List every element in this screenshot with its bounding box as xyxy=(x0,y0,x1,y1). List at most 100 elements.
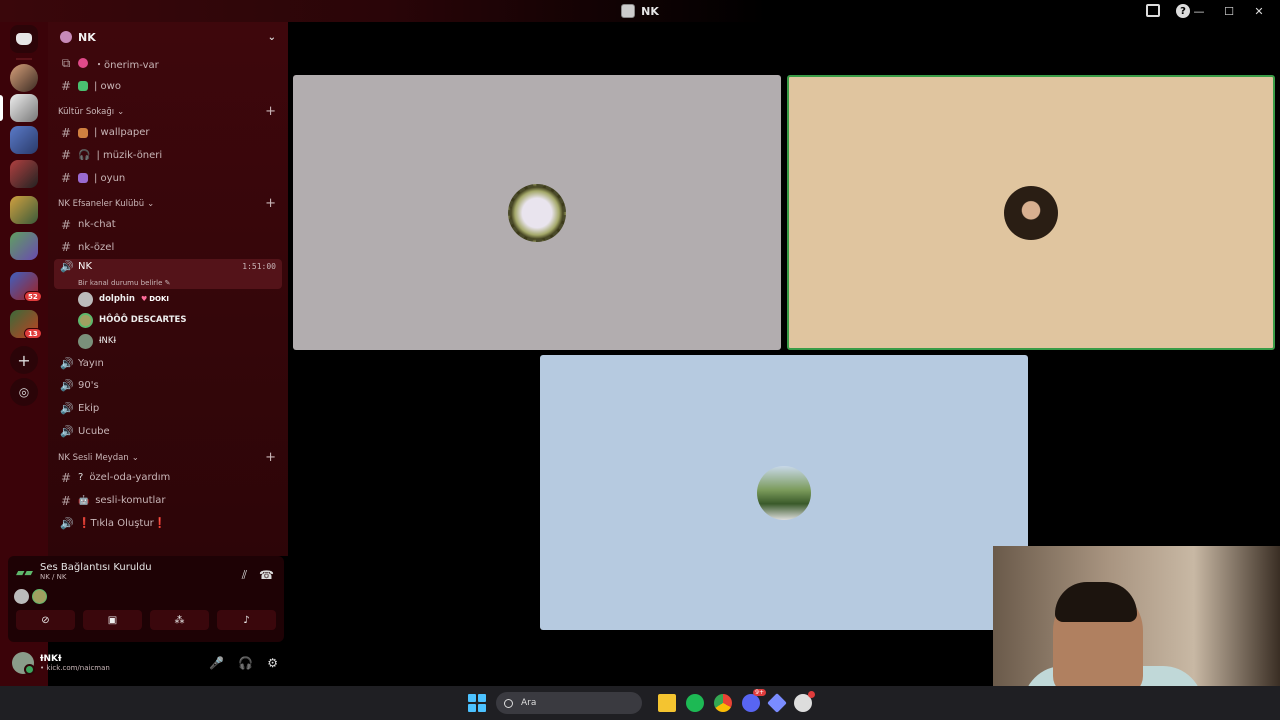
channel-oyun[interactable]: # | oyun xyxy=(48,167,288,190)
avatar[interactable] xyxy=(14,589,29,604)
channel-wallpaper[interactable]: # | wallpaper xyxy=(48,121,288,144)
hash-icon: # xyxy=(60,148,72,163)
screen-share-button[interactable]: ▣ xyxy=(83,610,142,630)
chevron-down-icon: ⌄ xyxy=(117,107,125,118)
user-status: • kick.com/naicman xyxy=(40,664,110,672)
server-folder-2[interactable] xyxy=(10,196,38,224)
soundboard-icon: ♪ xyxy=(243,614,250,626)
heart-icon: ♥ xyxy=(140,295,148,304)
speaker-icon: 🔊 xyxy=(60,356,74,370)
maximize-button[interactable]: ☐ xyxy=(1222,4,1236,18)
voice-channel-ucube[interactable]: 🔊 Ucube xyxy=(48,420,288,443)
noise-suppression-icon[interactable]: ⫽ xyxy=(242,568,247,583)
close-button[interactable]: ✕ xyxy=(1252,4,1266,18)
voice-member[interactable]: dolphin ♥ DOKI xyxy=(48,289,288,310)
participant-tile-speaking[interactable] xyxy=(787,75,1275,350)
disconnect-icon[interactable]: ☎ xyxy=(259,568,274,583)
avatar xyxy=(78,312,93,328)
server-icon-1[interactable] xyxy=(10,64,38,92)
channel-sidebar: NK ⌄ ⧉ ・önerim-var # | owo Kültür Sokağı… xyxy=(48,22,288,556)
channel-onerim-var[interactable]: ⧉ ・önerim-var xyxy=(48,52,288,75)
steam-icon[interactable] xyxy=(794,691,815,712)
robot-emoji-icon: 🤖 xyxy=(78,495,90,506)
voice-channel-yayin[interactable]: 🔊 Yayın xyxy=(48,352,288,375)
server-icon-3[interactable] xyxy=(10,126,38,154)
start-button[interactable] xyxy=(468,694,486,712)
category-nk-efsaneler[interactable]: NK Efsaneler Kulübü ⌄ + xyxy=(48,189,288,213)
user-panel: ƗNKƗ • kick.com/naicman 🎤 🎧 ⚙ xyxy=(8,646,284,680)
voice-channel-nk-active[interactable]: 🔊 NK 1:51:00 Bir kanal durumu belirle ✎ xyxy=(54,258,282,289)
category-kultur-sokagi[interactable]: Kültür Sokağı ⌄ + xyxy=(48,97,288,121)
channel-nk-ozel[interactable]: # nk-özel xyxy=(48,236,288,259)
channel-owo[interactable]: # | owo xyxy=(48,75,288,98)
voice-status-title: Ses Bağlantısı Kuruldu xyxy=(40,562,152,573)
camera-off-button[interactable]: ⊘ xyxy=(16,610,75,630)
add-server-button[interactable]: + xyxy=(10,346,38,374)
channel-status-setter[interactable]: Bir kanal durumu belirle ✎ xyxy=(60,279,171,287)
user-avatar[interactable] xyxy=(12,652,35,675)
soundboard-button[interactable]: ♪ xyxy=(217,610,276,630)
category-label: NK Sesli Meydan xyxy=(58,452,129,463)
minimize-button[interactable]: — xyxy=(1192,4,1206,18)
voice-member[interactable]: HÔÔÔ DESCARTES xyxy=(48,310,288,331)
spotify-icon[interactable] xyxy=(686,694,704,712)
explore-servers-button[interactable]: ◎ xyxy=(10,378,38,406)
webcam-headset xyxy=(1055,582,1137,622)
channel-nk-chat[interactable]: # nk-chat xyxy=(48,213,288,236)
channel-ozel-oda-yardim[interactable]: # ? özel-oda-yardım xyxy=(48,467,288,490)
speaker-icon: 🔊 xyxy=(60,516,74,530)
channel-sesli-komutlar[interactable]: # 🤖 sesli-komutlar xyxy=(48,489,288,512)
channel-label: ・önerim-var xyxy=(94,59,159,71)
speaker-icon: 🔊 xyxy=(60,379,74,393)
add-channel-icon[interactable]: + xyxy=(265,105,276,118)
avatar[interactable] xyxy=(32,589,47,604)
voice-channel-90s[interactable]: 🔊 90's xyxy=(48,375,288,398)
vpn-icon[interactable] xyxy=(767,693,787,713)
signal-icon[interactable]: ▰▰ xyxy=(16,566,33,580)
plant-emoji-icon xyxy=(78,81,88,92)
voice-channel-ekip[interactable]: 🔊 Ekip xyxy=(48,397,288,420)
channel-label: nk-özel xyxy=(78,241,115,253)
headphones-icon[interactable]: 🎧 xyxy=(238,656,253,670)
direct-messages-button[interactable] xyxy=(10,25,38,53)
channel-label: | oyun xyxy=(94,172,126,184)
activities-button[interactable]: ⁂ xyxy=(150,610,209,630)
participant-tile[interactable] xyxy=(293,75,781,350)
camera-off-icon: ⊘ xyxy=(41,614,50,626)
voice-channel-tikla-olustur[interactable]: 🔊 ❗Tıkla Oluştur❗ xyxy=(48,512,288,535)
gamepad-emoji-icon xyxy=(78,173,88,184)
notification-badge: 9+ xyxy=(753,689,766,696)
category-label: NK Efsaneler Kulübü xyxy=(58,199,145,210)
taskbar-search[interactable]: Ara xyxy=(496,692,642,714)
channel-muzik-oneri[interactable]: # 🎧 | müzik-öneri xyxy=(48,144,288,167)
member-name: dolphin xyxy=(99,294,135,305)
server-folder-3[interactable] xyxy=(10,232,38,260)
voice-status-subtitle[interactable]: NK / NK xyxy=(40,573,152,581)
add-channel-icon[interactable]: + xyxy=(265,197,276,210)
search-placeholder: Ara xyxy=(521,698,537,708)
discord-icon[interactable]: 9+ xyxy=(742,689,766,712)
hash-icon: # xyxy=(60,240,72,255)
avatar xyxy=(78,291,93,307)
window-controls: — ☐ ✕ xyxy=(1192,0,1280,22)
server-folder-1[interactable] xyxy=(10,160,38,188)
server-header[interactable]: NK ⌄ xyxy=(48,22,288,52)
file-explorer-icon[interactable] xyxy=(658,694,676,712)
chrome-icon[interactable] xyxy=(714,694,732,712)
voice-member[interactable]: ƗNKƗ xyxy=(48,331,288,352)
category-nk-sesli-meydan[interactable]: NK Sesli Meydan ⌄ + xyxy=(48,443,288,467)
voice-channel-name: NK xyxy=(78,261,93,273)
participant-tile[interactable] xyxy=(540,355,1028,630)
inbox-icon[interactable] xyxy=(1146,4,1160,17)
plus-icon: + xyxy=(17,350,31,370)
chevron-down-icon: ⌄ xyxy=(147,199,155,210)
picture-emoji-icon xyxy=(78,127,88,138)
add-channel-icon[interactable]: + xyxy=(265,451,276,464)
server-icon-nk[interactable] xyxy=(10,94,38,122)
microphone-icon[interactable]: 🎤 xyxy=(209,656,224,670)
help-icon[interactable]: ? xyxy=(1176,4,1190,18)
channel-label: 90's xyxy=(78,380,99,392)
gear-icon[interactable]: ⚙ xyxy=(267,656,278,670)
unread-badge: 13 xyxy=(24,328,42,339)
member-name: HÔÔÔ DESCARTES xyxy=(99,315,187,326)
